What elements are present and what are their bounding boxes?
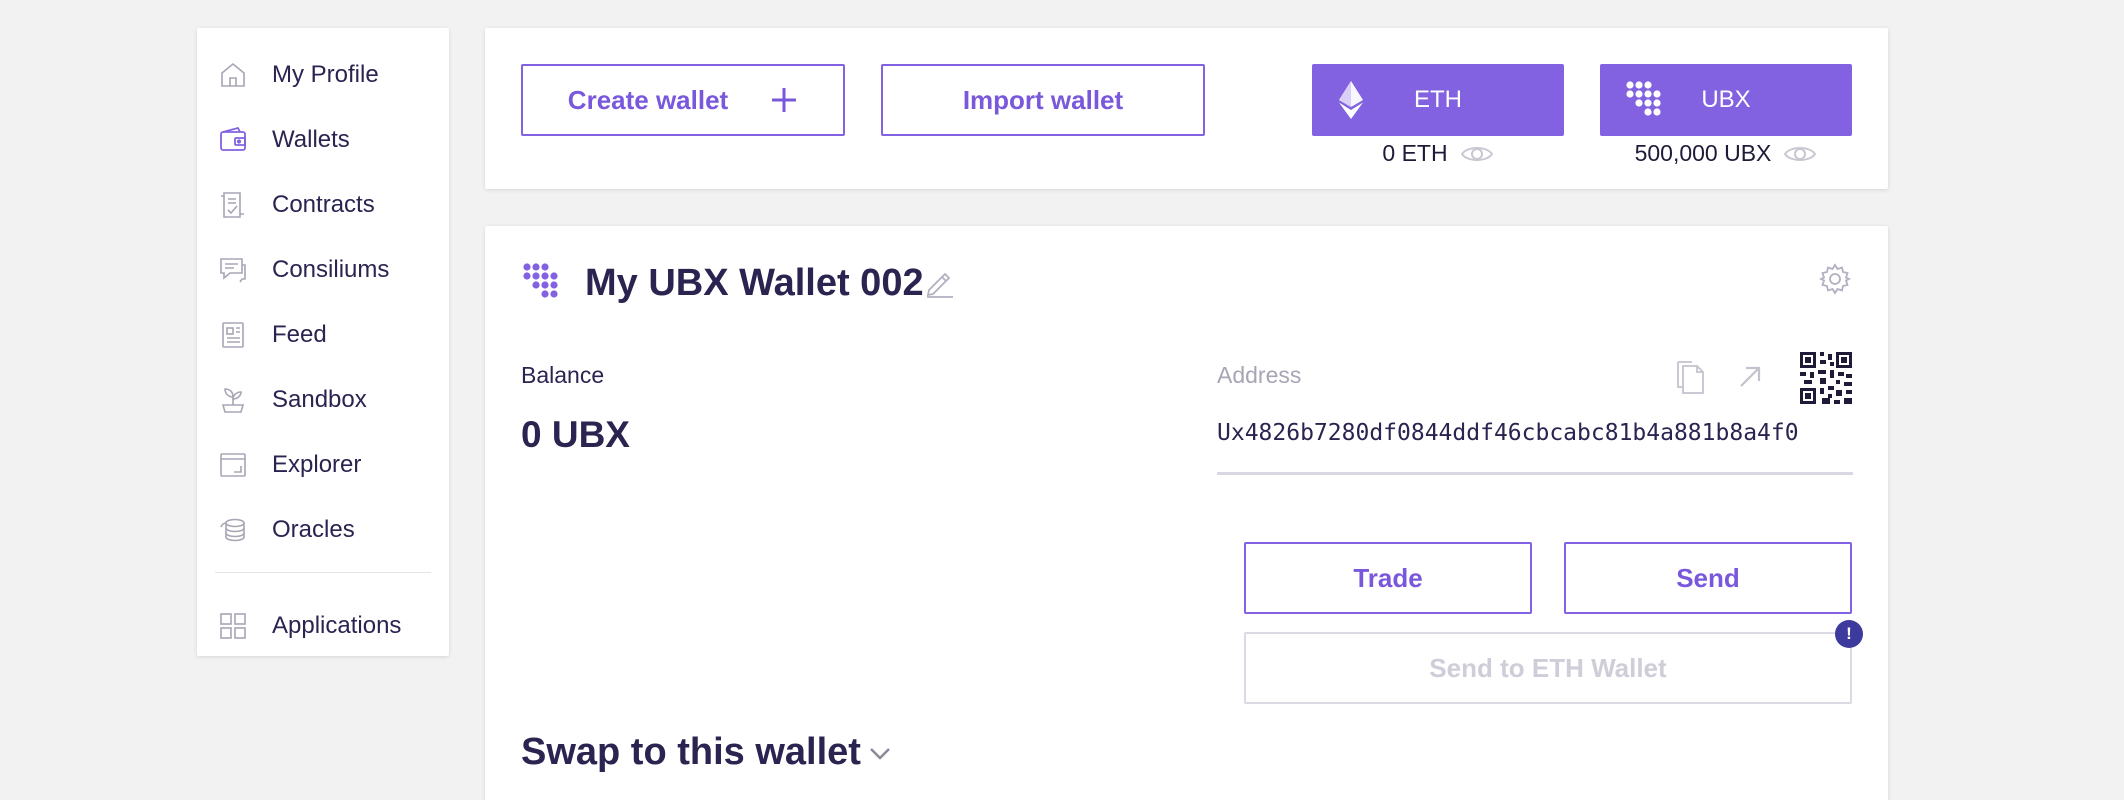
sidebar-item-contracts[interactable]: Contracts: [197, 172, 449, 237]
sidebar-item-label: Explorer: [272, 450, 362, 478]
create-wallet-label: Create wallet: [567, 84, 729, 115]
wallet-toolbar-card: Create wallet Import wallet ETH 0 ETH UB…: [485, 28, 1888, 189]
trade-label: Trade: [1353, 562, 1423, 593]
gear-icon[interactable]: [1818, 262, 1852, 301]
ubx-token-button[interactable]: UBX: [1600, 64, 1852, 136]
ubx-balance: 500,000 UBX: [1600, 140, 1852, 167]
sidebar-item-my-profile[interactable]: My Profile: [197, 42, 449, 107]
window-icon: [217, 449, 249, 481]
sidebar-item-label: Consiliums: [272, 255, 390, 283]
pencil-icon[interactable]: [923, 266, 955, 303]
external-link-icon[interactable]: [1737, 364, 1763, 395]
sidebar-divider: [215, 572, 431, 573]
chat-icon: [217, 254, 249, 286]
ubx-balance-value: 500,000 UBX: [1634, 140, 1772, 166]
sidebar-item-explorer[interactable]: Explorer: [197, 432, 449, 497]
sprout-icon: [217, 384, 249, 416]
sidebar-item-label: Sandbox: [272, 385, 367, 413]
eth-balance-value: 0 ETH: [1382, 140, 1448, 166]
sidebar-item-label: Oracles: [272, 515, 355, 543]
import-wallet-label: Import wallet: [962, 84, 1124, 115]
address-underline: [1217, 472, 1853, 475]
send-to-eth-label: Send to ETH Wallet: [1429, 652, 1667, 683]
eye-icon[interactable]: [1460, 143, 1494, 165]
sidebar-item-label: My Profile: [272, 60, 379, 88]
coins-icon: [217, 514, 249, 546]
eth-token-label: ETH: [1414, 86, 1462, 113]
send-button[interactable]: Send: [1564, 542, 1852, 614]
ubx-logo-icon: [521, 262, 561, 307]
sidebar-item-label: Feed: [272, 320, 327, 348]
plus-icon: [770, 86, 798, 114]
contract-icon: [217, 189, 249, 221]
alert-badge[interactable]: !: [1835, 620, 1863, 648]
sidebar-item-oracles[interactable]: Oracles: [197, 497, 449, 562]
sidebar-item-label: Wallets: [272, 125, 350, 153]
wallet-address[interactable]: Ux4826b7280df0844ddf46cbcabc81b4a881b8a4…: [1217, 420, 1853, 446]
balance-label: Balance: [521, 362, 605, 388]
swap-section-title: Swap to this wallet: [521, 731, 861, 773]
create-wallet-button[interactable]: Create wallet: [521, 64, 845, 136]
eye-icon[interactable]: [1783, 143, 1817, 165]
trade-button[interactable]: Trade: [1244, 542, 1532, 614]
qr-code-icon[interactable]: [1800, 352, 1852, 409]
sidebar-item-consiliums[interactable]: Consiliums: [197, 237, 449, 302]
sidebar-item-applications[interactable]: Applications: [197, 593, 449, 658]
wallet-icon: [217, 124, 249, 156]
grid-icon: [217, 610, 249, 642]
sidebar-item-feed[interactable]: Feed: [197, 302, 449, 367]
address-label: Address: [1217, 362, 1302, 388]
sidebar: My Profile Wallets Contracts Consiliums …: [197, 28, 449, 656]
send-to-eth-wallet-button[interactable]: Send to ETH Wallet: [1244, 632, 1852, 704]
home-icon: [217, 59, 249, 91]
wallet-detail-card: My UBX Wallet 002 Balance 0 UBX Address …: [485, 226, 1888, 800]
sidebar-item-label: Applications: [272, 611, 402, 639]
ubx-token-label: UBX: [1701, 86, 1751, 113]
sidebar-item-sandbox[interactable]: Sandbox: [197, 367, 449, 432]
chevron-down-icon[interactable]: [867, 744, 893, 767]
wallet-title: My UBX Wallet 002: [585, 262, 924, 304]
copy-icon[interactable]: [1673, 358, 1707, 401]
eth-token-button[interactable]: ETH: [1312, 64, 1564, 136]
send-label: Send: [1676, 562, 1740, 593]
eth-balance: 0 ETH: [1312, 140, 1564, 167]
newspaper-icon: [217, 319, 249, 351]
import-wallet-button[interactable]: Import wallet: [881, 64, 1205, 136]
sidebar-item-label: Contracts: [272, 190, 375, 218]
sidebar-item-wallets[interactable]: Wallets: [197, 107, 449, 172]
balance-value: 0 UBX: [521, 414, 630, 455]
